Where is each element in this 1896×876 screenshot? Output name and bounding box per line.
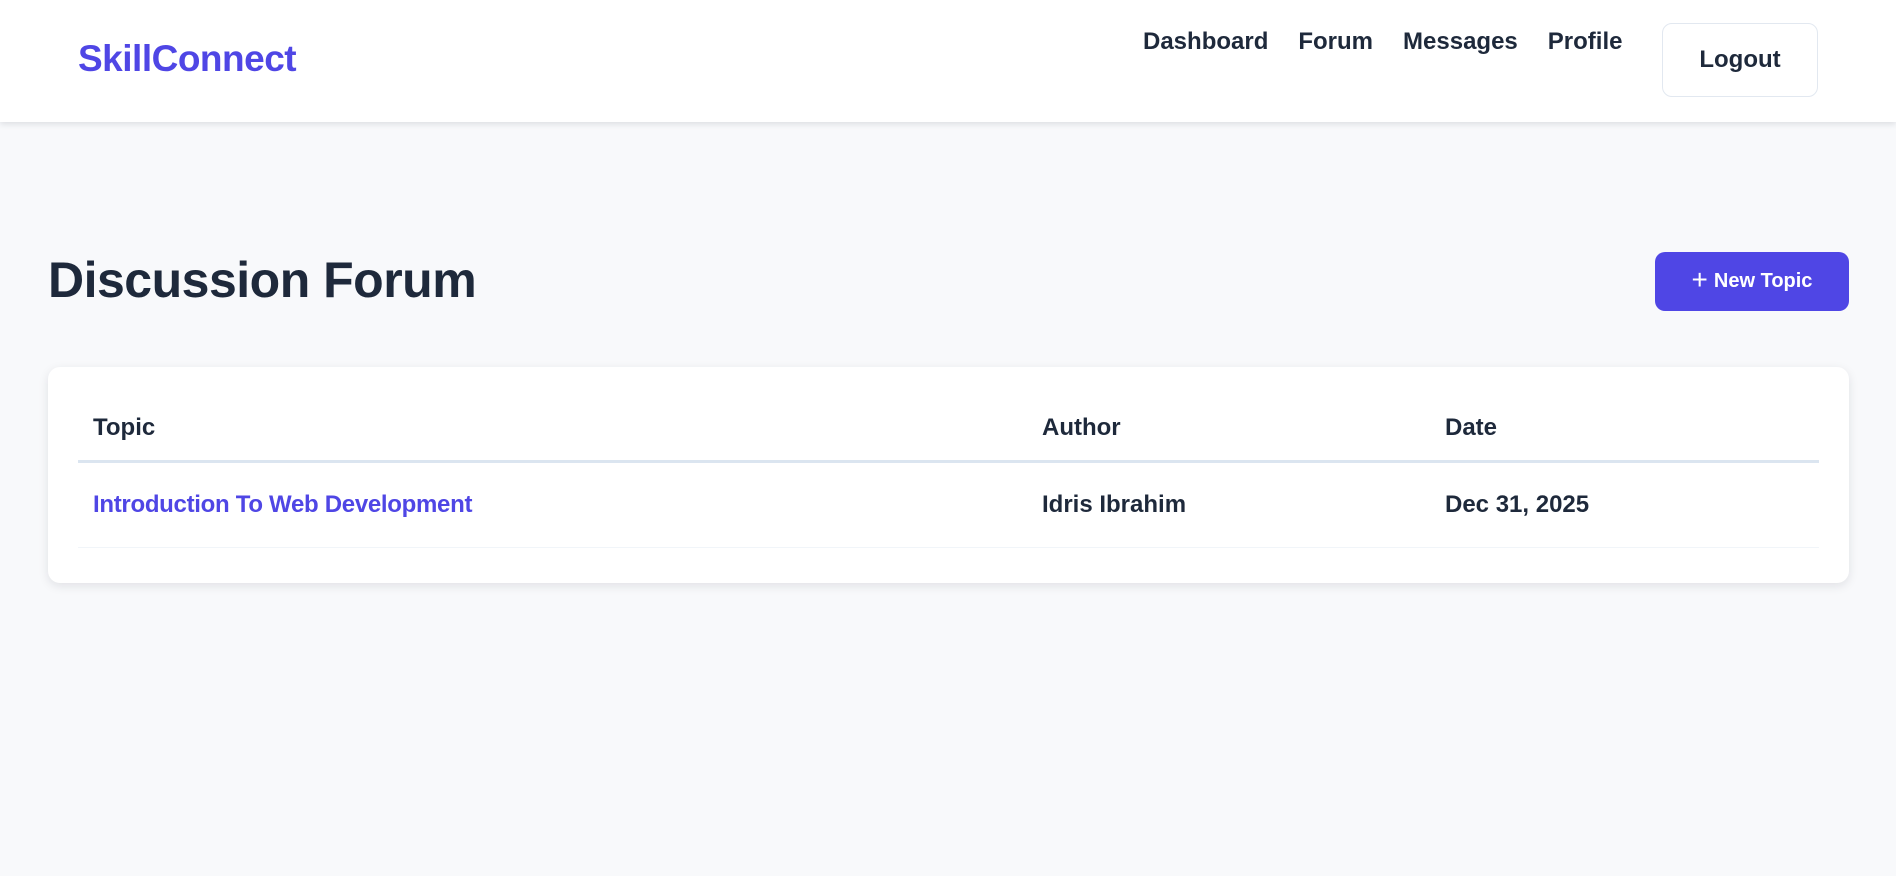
column-header-date: Date xyxy=(1430,395,1819,463)
topics-table: Topic Author Date Introduction To Web De… xyxy=(78,395,1819,548)
table-header-row: Topic Author Date xyxy=(78,395,1819,463)
new-topic-button[interactable]: + New Topic xyxy=(1655,252,1849,311)
column-header-topic: Topic xyxy=(78,395,1027,463)
topic-link[interactable]: Introduction To Web Development xyxy=(93,491,472,518)
new-topic-label: New Topic xyxy=(1713,270,1813,292)
nav-link-forum[interactable]: Forum xyxy=(1298,28,1373,56)
top-navbar: SkillConnect Dashboard Forum Messages Pr… xyxy=(0,0,1896,122)
table-row: Introduction To Web Development Idris Ib… xyxy=(78,461,1819,548)
page-title: Discussion Forum xyxy=(48,252,477,308)
logout-button[interactable]: Logout xyxy=(1662,23,1818,97)
main-nav: Dashboard Forum Messages Profile xyxy=(1143,28,1652,56)
nav-link-dashboard[interactable]: Dashboard xyxy=(1143,28,1268,56)
brand-logo-link[interactable]: SkillConnect xyxy=(78,38,297,80)
topic-cell: Introduction To Web Development xyxy=(78,461,1027,548)
date-cell: Dec 31, 2025 xyxy=(1430,461,1819,548)
plus-icon: + xyxy=(1691,264,1708,295)
column-header-author: Author xyxy=(1027,395,1430,463)
nav-link-messages[interactable]: Messages xyxy=(1403,28,1518,56)
topics-table-card: Topic Author Date Introduction To Web De… xyxy=(48,367,1849,583)
nav-link-profile[interactable]: Profile xyxy=(1548,28,1623,56)
author-cell: Idris Ibrahim xyxy=(1027,461,1430,548)
